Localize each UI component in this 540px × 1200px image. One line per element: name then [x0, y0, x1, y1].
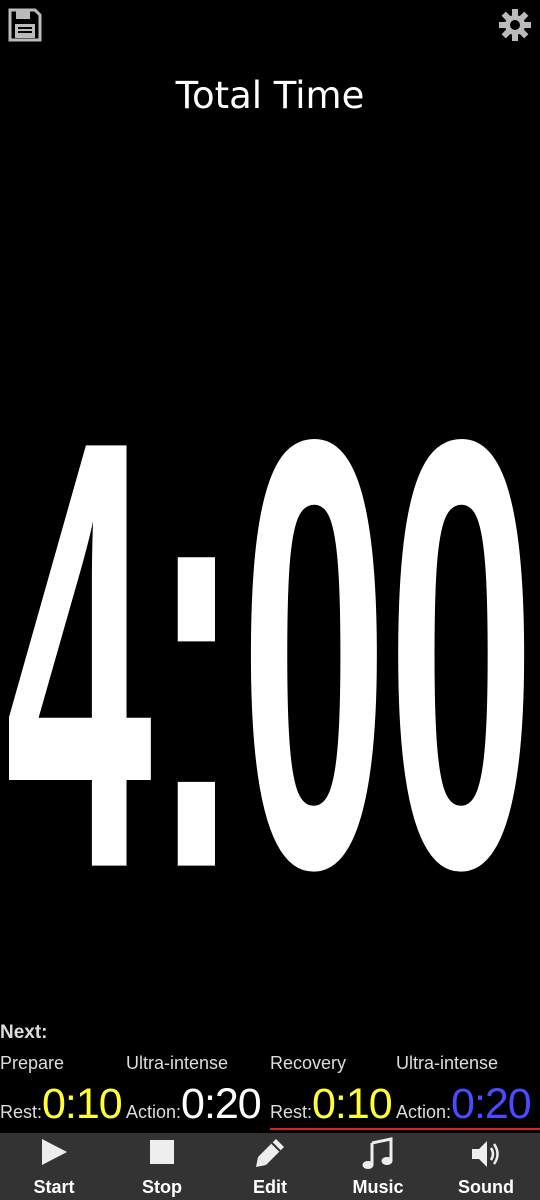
segment-type-label: Action: — [396, 1102, 452, 1122]
segment-time: 0:20 — [451, 1080, 532, 1128]
segment-name: Recovery — [270, 1053, 347, 1073]
segment-name: Ultra-intense — [126, 1053, 229, 1073]
start-label: Start — [33, 1177, 75, 1197]
segment-type-label: Rest: — [270, 1102, 313, 1122]
total-time-display: 4:00 — [5, 313, 535, 880]
bottom-toolbar: Start Stop Edit Music Sound — [0, 1133, 540, 1200]
sound-label: Sound — [458, 1177, 514, 1197]
total-time-value: 4:00 — [5, 313, 535, 880]
stop-button[interactable]: Stop — [108, 1133, 216, 1200]
segment-time-item: Action:0:20 — [396, 1080, 532, 1129]
play-icon — [42, 1139, 67, 1165]
stop-label: Stop — [142, 1177, 182, 1197]
gear-icon[interactable] — [498, 8, 532, 42]
segment-type-label: Action: — [126, 1102, 182, 1122]
segment-time-item: Rest:0:10 — [0, 1080, 123, 1129]
speaker-icon — [472, 1141, 499, 1167]
timer-screen: Total Time 4:00 Next: Prepare Ultra-inte… — [0, 0, 540, 1200]
start-button[interactable]: Start — [0, 1133, 108, 1200]
current-segment-underline — [270, 1128, 540, 1130]
segment-time-item: Rest:0:10 — [270, 1080, 393, 1129]
segment-name: Ultra-intense — [396, 1053, 499, 1073]
edit-label: Edit — [253, 1177, 287, 1197]
segment-name: Prepare — [0, 1053, 65, 1073]
segment-time: 0:20 — [181, 1080, 262, 1128]
next-label: Next: — [0, 1022, 48, 1043]
segment-time-item: Action:0:20 — [126, 1080, 262, 1129]
music-note-icon — [362, 1137, 393, 1169]
pencil-icon — [256, 1139, 284, 1167]
page-title: Total Time — [175, 74, 365, 117]
segment-time: 0:10 — [312, 1080, 393, 1128]
edit-button[interactable]: Edit — [216, 1133, 324, 1200]
stop-icon — [150, 1140, 174, 1164]
music-label: Music — [352, 1177, 404, 1197]
segment-time: 0:10 — [42, 1080, 123, 1128]
save-icon[interactable] — [8, 8, 42, 42]
music-button[interactable]: Music — [324, 1133, 432, 1200]
sound-button[interactable]: Sound — [432, 1133, 540, 1200]
segment-type-label: Rest: — [0, 1102, 43, 1122]
